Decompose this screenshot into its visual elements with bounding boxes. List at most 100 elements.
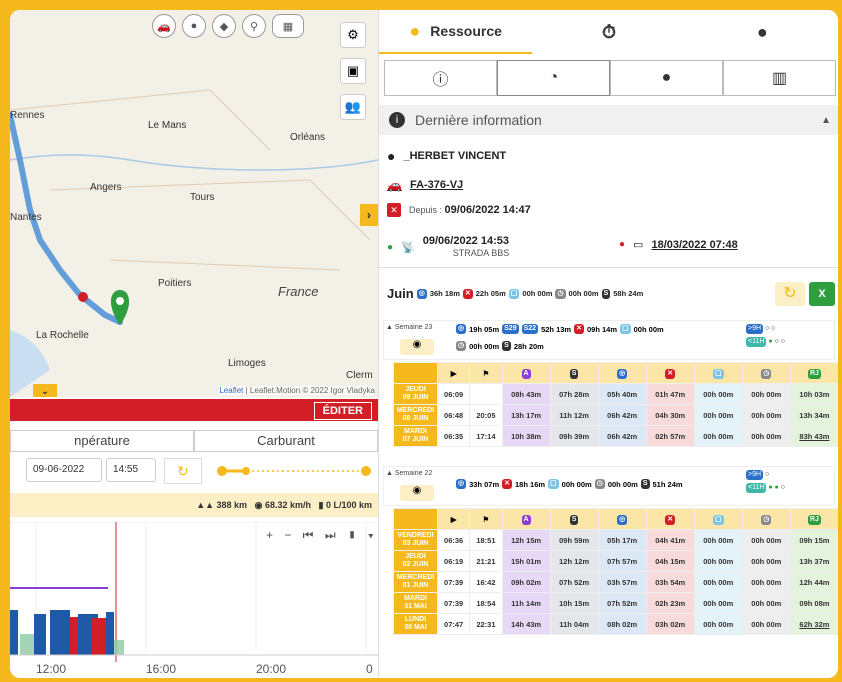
card-icon: ▭ [633, 239, 644, 251]
week-toggle[interactable]: ▲ Semaine 23 [386, 324, 432, 331]
service-icon: S [502, 341, 511, 351]
tab-messages[interactable]: ● [686, 10, 838, 54]
day-cell: VENDREDI 03 JUIN [393, 529, 438, 551]
country-label: France [278, 284, 319, 299]
collapse-map-button[interactable]: ⌄ [33, 384, 57, 397]
table-cell: 00h 00m [741, 529, 791, 551]
map-type-icon[interactable]: ▦ [272, 14, 304, 38]
city-label: Le Mans [148, 120, 187, 131]
table-cell: 06:48 [436, 404, 471, 426]
excel-export-button[interactable]: X [809, 282, 835, 306]
rest-limit-badge: <11H [746, 483, 767, 493]
clock-icon[interactable]: ◔ [497, 60, 610, 96]
eye-icon[interactable]: ◉ [400, 339, 434, 355]
table-row[interactable]: MERCREDI 08 JUIN 06:48 20:05 13h 17m 11h 12m 0… [393, 404, 838, 426]
refresh-button[interactable]: ↻ [164, 458, 202, 484]
day-cell: MARDI 07 JUIN [393, 425, 438, 447]
car-icon[interactable]: 🚗 [152, 14, 176, 38]
leaflet-link[interactable]: Leaflet [219, 386, 243, 395]
film-icon[interactable]: ▣ [340, 58, 366, 84]
main-tabs: ● Ressource ⏱ ● [379, 10, 838, 54]
map-layer-buttons: 🚗 ● ◆ ⚲ ▦ [152, 14, 304, 38]
table-cell: 13h 34m [789, 404, 838, 426]
chat-icon[interactable]: ● [610, 60, 723, 96]
table-row[interactable]: MARDI 07 JUIN 06:35 17:14 10h 38m 09h 39m 06h … [393, 425, 838, 447]
col-letter: RJ [807, 514, 821, 525]
weekday: MARDI [404, 595, 427, 602]
table-cell: 03h 02m [645, 613, 695, 635]
map-attribution: Leaflet | Leaflet.Motion © 2022 Igor Vla… [219, 386, 375, 395]
settings-gear-icon[interactable]: ⚙ [340, 22, 366, 48]
table-row[interactable]: JEUDI 02 JUIN 06:19 21:21 15h 01m 12h 12m 07h … [393, 550, 838, 572]
city-label: Clerm [346, 370, 373, 381]
col-daily-rest: RJ [789, 508, 838, 530]
collapse-icon[interactable]: ▲ [821, 115, 831, 126]
cube-icon[interactable]: ◆ [212, 14, 236, 38]
info-icon[interactable]: ⓘ [384, 60, 497, 96]
table-cell: 07:39 [436, 592, 471, 614]
table-row[interactable]: MERCREDI 01 JUIN 07:39 16:42 09h 02m 07h 52m 0… [393, 571, 838, 593]
table-cell: 00h 00m [741, 425, 791, 447]
table-cell: 09h 59m [549, 529, 599, 551]
person-icon[interactable]: ● [182, 14, 206, 38]
table-cell: 06:35 [436, 425, 471, 447]
weekday: MERCREDI [396, 407, 435, 414]
col-driving: ◎ [597, 508, 647, 530]
table-cell: 11h 12m [549, 404, 599, 426]
table-cell: 09h 02m [501, 571, 551, 593]
group-icon[interactable]: 👥 [340, 94, 366, 120]
activity-chart[interactable]: + − ⏮ ⏭ ▮ ▾ 12:00 16:00 20:00 0 [10, 521, 378, 678]
time-slider[interactable] [216, 464, 376, 478]
table-row[interactable]: VENDREDI 03 JUIN 06:36 18:51 12h 15m 09h 59m 0… [393, 529, 838, 551]
table-cell: 12h 44m [789, 571, 838, 593]
month-stat: 58h 24m [613, 289, 644, 298]
month-stat: 00h 00m [568, 289, 599, 298]
fuel-icon: ▮ [318, 500, 324, 510]
tab-temperature[interactable]: npérature [10, 430, 194, 452]
x-tick: 0 [366, 662, 373, 676]
pin-icon[interactable]: ⚲ [242, 14, 266, 38]
table-row[interactable]: LUNDI 30 MAI 07:47 22:31 14h 43m 11h 04m 08h 0… [393, 613, 838, 635]
rest-icon: ✕ [574, 324, 584, 334]
table-cell: 07h 52m [549, 571, 599, 593]
map-view[interactable]: Rennes Le Mans Orléans Angers Tours Nant… [10, 10, 378, 397]
driver-row: ● _HERBET VINCENT [387, 148, 506, 164]
attribution-text: | Leaflet.Motion © 2022 Igor Vladyka [243, 386, 375, 395]
expand-panel-button[interactable]: › [360, 204, 378, 226]
week-toggle[interactable]: ▲ Semaine 22 [386, 470, 432, 477]
person-icon: ● [409, 20, 421, 41]
week-stat: 51h 24m [652, 479, 683, 489]
s29-icon: S29 [502, 324, 519, 334]
col-amplitude: A [501, 508, 551, 530]
day-cell: JEUDI 02 JUIN [393, 550, 438, 572]
card-time[interactable]: 18/03/2022 07:48 [651, 239, 737, 251]
tab-history[interactable]: ⏱ [532, 10, 685, 54]
edit-button[interactable]: ÉDITER [313, 402, 372, 420]
table-cell: 13h 17m [501, 404, 551, 426]
table-cell: 12h 15m [501, 529, 551, 551]
col-pause: ◷ [741, 508, 791, 530]
table-cell: 00h 00m [741, 571, 791, 593]
section-header[interactable]: i Dernière information ▲ [379, 105, 838, 135]
table-row[interactable]: JEUDI 09 JUIN 06:09 08h 43m 07h 28m 05h 40m 01… [393, 383, 838, 405]
time-input[interactable]: 14:55 [106, 458, 156, 482]
table-row[interactable]: MARDI 31 MAI 07:39 18:54 11h 14m 10h 15m 07h 5… [393, 592, 838, 614]
table-cell: 07h 52m [597, 592, 647, 614]
chart-nav-controls[interactable]: + − ⏮ ⏭ ▮ ▾ [266, 528, 378, 543]
tab-resource[interactable]: ● Ressource [379, 10, 533, 54]
tab-fuel[interactable]: Carburant [194, 430, 378, 452]
table-cell: 01h 47m [645, 383, 695, 405]
table-cell: 22:31 [469, 613, 503, 635]
since-label: Depuis : [409, 205, 445, 215]
map-icon[interactable]: ▥ [723, 60, 836, 96]
col-avail: ▢ [693, 362, 743, 384]
date: 07 JUIN [402, 436, 429, 443]
refresh-button[interactable]: ↻ [775, 282, 805, 306]
x-tick: 16:00 [146, 662, 177, 676]
drive-limit-badge: >9H [746, 470, 764, 480]
table-cell: 13h 37m [789, 550, 838, 572]
plate-link[interactable]: FA-376-VJ [410, 179, 463, 191]
date-input[interactable]: 09-06-2022 [26, 458, 102, 482]
eye-icon[interactable]: ◉ [400, 485, 434, 501]
sub-tabs: ⓘ ◔ ● ▥ [384, 60, 836, 96]
